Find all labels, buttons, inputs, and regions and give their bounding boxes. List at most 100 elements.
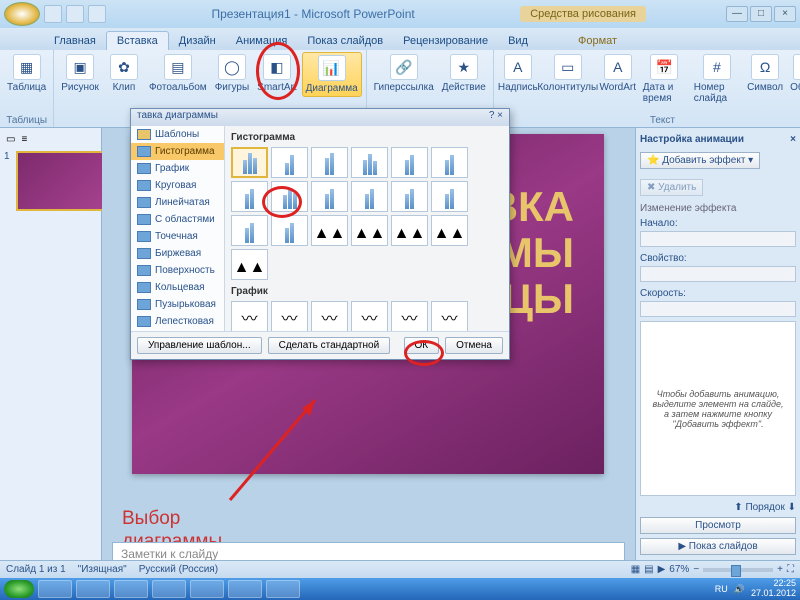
- action-button[interactable]: ★Действие: [439, 52, 489, 95]
- slideshow-button[interactable]: ▶ Показ слайдов: [640, 538, 796, 555]
- chart-type[interactable]: ▲▲: [431, 215, 468, 246]
- smartart-button[interactable]: ◧SmartArt: [254, 52, 299, 97]
- cat-bar[interactable]: Линейчатая: [131, 194, 224, 211]
- taskbar-app[interactable]: [76, 580, 110, 598]
- clip-button[interactable]: ✿Клип: [104, 52, 144, 97]
- fit-icon[interactable]: ⛶: [787, 564, 794, 575]
- cat-surface[interactable]: Поверхность: [131, 262, 224, 279]
- tray-clock[interactable]: 22:2527.01.2012: [751, 579, 796, 599]
- chart-type[interactable]: [431, 181, 468, 212]
- tab-home[interactable]: Главная: [44, 32, 106, 50]
- zoom-in-icon[interactable]: +: [777, 564, 783, 575]
- chart-button[interactable]: 📊Диаграмма: [302, 52, 362, 97]
- minimize-button[interactable]: —: [726, 6, 748, 22]
- add-effect-button[interactable]: ⭐ Добавить эффект ▾: [640, 152, 760, 169]
- taskbar-app[interactable]: [190, 580, 224, 598]
- chart-type[interactable]: [271, 215, 308, 246]
- cat-doughnut[interactable]: Кольцевая: [131, 279, 224, 296]
- photoalbum-button[interactable]: ▤Фотоальбом: [146, 52, 210, 97]
- chart-type[interactable]: [231, 181, 268, 212]
- taskbar-app[interactable]: [266, 580, 300, 598]
- chart-type[interactable]: ▲▲: [311, 215, 348, 246]
- cat-line[interactable]: График: [131, 160, 224, 177]
- qat-undo-icon[interactable]: [66, 5, 84, 23]
- chart-type[interactable]: 〰: [351, 301, 388, 331]
- picture-button[interactable]: ▣Рисунок: [58, 52, 102, 97]
- view-normal-icon[interactable]: ▦: [631, 564, 640, 575]
- view-sorter-icon[interactable]: ▤: [644, 564, 653, 575]
- speed-select[interactable]: [640, 301, 796, 317]
- hyperlink-button[interactable]: 🔗Гиперссылка: [371, 52, 437, 95]
- chart-type[interactable]: [231, 147, 268, 178]
- shapes-button[interactable]: ◯Фигуры: [212, 52, 252, 97]
- outline-tab-icon[interactable]: ≡: [21, 134, 27, 145]
- cat-templates[interactable]: Шаблоны: [131, 126, 224, 143]
- table-button[interactable]: ▦Таблица: [4, 52, 49, 95]
- chart-category-list[interactable]: Шаблоны Гистограмма График Круговая Лине…: [131, 126, 225, 331]
- language[interactable]: Русский (Россия): [139, 564, 218, 575]
- qat-redo-icon[interactable]: [88, 5, 106, 23]
- manage-templates-button[interactable]: Управление шаблон...: [137, 337, 262, 354]
- chart-type[interactable]: 〰: [311, 301, 348, 331]
- object-button[interactable]: ◫Объект: [787, 52, 800, 106]
- tab-insert[interactable]: Вставка: [106, 31, 169, 50]
- chart-type[interactable]: 〰: [231, 301, 268, 331]
- datetime-button[interactable]: 📅Дата и время: [640, 52, 689, 106]
- set-default-button[interactable]: Сделать стандартной: [268, 337, 391, 354]
- view-slideshow-icon[interactable]: ▶: [658, 564, 666, 575]
- qat-save-icon[interactable]: [44, 5, 62, 23]
- cat-column[interactable]: Гистограмма: [131, 143, 224, 160]
- cat-radar[interactable]: Лепестковая: [131, 313, 224, 330]
- cat-scatter[interactable]: Точечная: [131, 228, 224, 245]
- chart-type[interactable]: [391, 147, 428, 178]
- zoom-out-icon[interactable]: −: [693, 564, 699, 575]
- tab-format[interactable]: Формат: [568, 32, 627, 50]
- zoom-level[interactable]: 67%: [669, 564, 689, 575]
- taskbar-app[interactable]: [228, 580, 262, 598]
- taskbar-app[interactable]: [152, 580, 186, 598]
- slide-thumbnail[interactable]: [16, 151, 106, 211]
- ok-button[interactable]: ОК: [404, 337, 440, 354]
- chart-type[interactable]: [311, 147, 348, 178]
- chart-type[interactable]: [311, 181, 348, 212]
- symbol-button[interactable]: ΩСимвол: [745, 52, 785, 106]
- chart-type[interactable]: [431, 147, 468, 178]
- taskbar-app[interactable]: [114, 580, 148, 598]
- tab-animation[interactable]: Анимация: [226, 32, 298, 50]
- tab-review[interactable]: Рецензирование: [393, 32, 498, 50]
- slides-tab-icon[interactable]: ▭: [6, 134, 15, 145]
- chart-type[interactable]: [351, 181, 388, 212]
- chart-type[interactable]: [231, 215, 268, 246]
- maximize-button[interactable]: □: [750, 6, 772, 22]
- slides-panel[interactable]: ▭≡ 1: [0, 128, 102, 578]
- tab-design[interactable]: Дизайн: [169, 32, 226, 50]
- chart-type[interactable]: [391, 181, 428, 212]
- tab-slideshow[interactable]: Показ слайдов: [297, 32, 393, 50]
- cat-stock[interactable]: Биржевая: [131, 245, 224, 262]
- reorder-label[interactable]: Порядок: [745, 502, 784, 513]
- chart-type[interactable]: 〰: [391, 301, 428, 331]
- preview-button[interactable]: Просмотр: [640, 517, 796, 534]
- headerfooter-button[interactable]: ▭Колонтитулы: [540, 52, 596, 106]
- system-tray[interactable]: RU 🔊 22:2527.01.2012: [715, 579, 796, 599]
- start-button[interactable]: [4, 580, 34, 598]
- taskbar-app[interactable]: [38, 580, 72, 598]
- tray-lang[interactable]: RU: [715, 584, 728, 594]
- start-select[interactable]: [640, 231, 796, 247]
- chart-type[interactable]: ▲▲: [391, 215, 428, 246]
- close-button[interactable]: ×: [774, 6, 796, 22]
- chart-type[interactable]: 〰: [431, 301, 468, 331]
- wordart-button[interactable]: AWordArt: [598, 52, 638, 106]
- cat-pie[interactable]: Круговая: [131, 177, 224, 194]
- property-select[interactable]: [640, 266, 796, 282]
- cat-bubble[interactable]: Пузырьковая: [131, 296, 224, 313]
- office-button[interactable]: [4, 2, 40, 26]
- chart-type[interactable]: [271, 181, 308, 212]
- taskpane-close-icon[interactable]: ×: [790, 134, 796, 145]
- chart-type[interactable]: [271, 147, 308, 178]
- cat-area[interactable]: С областями: [131, 211, 224, 228]
- chart-type[interactable]: ▲▲: [231, 249, 268, 280]
- chart-type[interactable]: [351, 147, 388, 178]
- tab-view[interactable]: Вид: [498, 32, 538, 50]
- zoom-slider[interactable]: [703, 568, 773, 572]
